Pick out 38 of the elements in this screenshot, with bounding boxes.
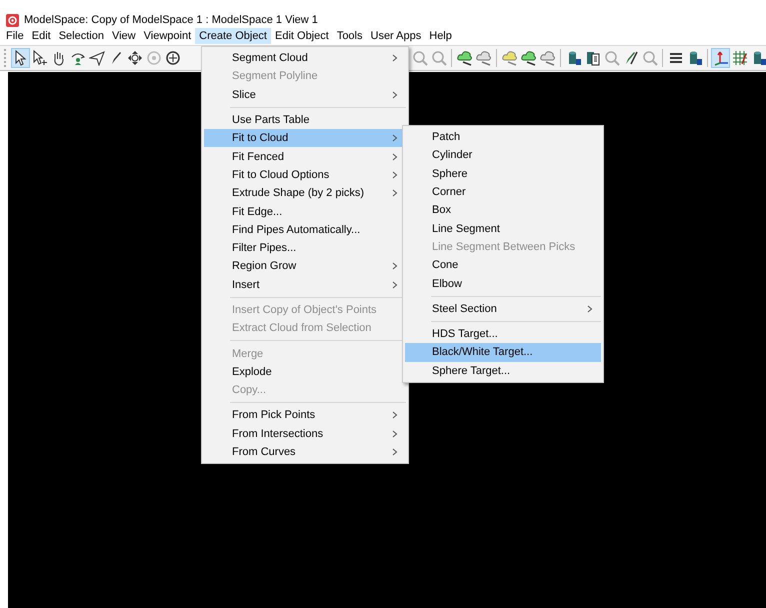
menu-item[interactable]: Sphere Target...: [405, 362, 601, 380]
menu-item[interactable]: Filter Pipes...: [204, 238, 406, 258]
menu-item[interactable]: Sphere: [405, 164, 601, 183]
menu-item[interactable]: Fit Fenced: [204, 147, 406, 166]
menu-item[interactable]: Corner: [405, 182, 601, 202]
menu-bar-item[interactable]: Selection: [54, 28, 108, 44]
menu-bar-item[interactable]: Viewpoint: [140, 28, 196, 44]
window-title: ModelSpace: Copy of ModelSpace 1 : ModelSpace 1 View 1: [24, 14, 318, 26]
menu-bar-item[interactable]: File: [2, 28, 28, 44]
menu-item[interactable]: Explode: [204, 362, 406, 382]
menu-item[interactable]: Slice: [204, 86, 406, 104]
menu-item[interactable]: Steel Section: [405, 300, 601, 318]
menu-item[interactable]: Use Parts Table: [204, 110, 406, 130]
menu-item[interactable]: Region Grow: [204, 257, 406, 276]
menu-item[interactable]: Patch: [405, 128, 601, 146]
menu-bar-item[interactable]: Edit: [28, 28, 55, 44]
menu-item[interactable]: From Curves: [204, 442, 406, 462]
menu-item[interactable]: Line Segment: [405, 219, 601, 238]
menu-bar-item[interactable]: Help: [425, 28, 456, 44]
menu-item[interactable]: Cylinder: [405, 146, 601, 165]
menu-item[interactable]: Black/White Target...: [405, 343, 601, 362]
menu-item[interactable]: From Pick Points: [204, 406, 406, 425]
menu-item[interactable]: HDS Target...: [405, 324, 601, 344]
menu-bar-item[interactable]: User Apps: [366, 28, 426, 44]
menu-bar-item[interactable]: Create Object: [195, 28, 271, 44]
menu-item[interactable]: Box: [405, 201, 601, 220]
menu-item[interactable]: From Intersections: [204, 424, 406, 443]
menu-item[interactable]: Insert: [204, 276, 406, 294]
menu-item[interactable]: Segment Cloud: [204, 49, 406, 68]
menu-bar-item[interactable]: Tools: [332, 28, 366, 44]
menu-item[interactable]: Cone: [405, 256, 601, 274]
menu-item[interactable]: Fit to Cloud Options: [204, 166, 406, 184]
menu-bar-item[interactable]: View: [108, 28, 140, 44]
menu-item[interactable]: Elbow: [405, 274, 601, 293]
menu-item[interactable]: Find Pipes Automatically...: [204, 220, 406, 239]
menu-item[interactable]: Fit Edge...: [204, 202, 406, 221]
menu-bar-item[interactable]: Edit Object: [271, 28, 333, 44]
menu-item[interactable]: Extrude Shape (by 2 picks): [204, 184, 406, 202]
